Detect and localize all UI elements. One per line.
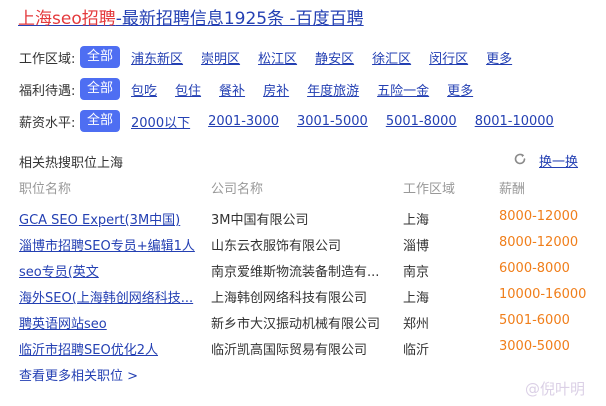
job-card: 工作区域: 全部 浦东新区 崇明区 松江区 静安区 徐汇区 闵行区 更多 福利待… bbox=[6, 36, 598, 398]
filter-salary-option[interactable]: 2001-3000 bbox=[208, 114, 279, 129]
filter-row-area: 工作区域: 全部 浦东新区 崇明区 松江区 静安区 徐汇区 闵行区 更多 bbox=[19, 46, 530, 68]
company-name: 上海韩创网络科技有限公司 bbox=[211, 291, 368, 306]
title-rest: -最新招聘信息1925条 -百度百聘 bbox=[115, 9, 364, 29]
filter-label-area: 工作区域: bbox=[19, 51, 76, 67]
filter-salary-option[interactable]: 3001-5000 bbox=[297, 114, 368, 129]
job-area: 临沂 bbox=[403, 343, 430, 358]
company-name: 山东云衣服饰有限公司 bbox=[211, 239, 342, 254]
result-title-link[interactable]: 上海seo招聘-最新招聘信息1925条 -百度百聘 bbox=[18, 9, 364, 29]
watermark: @倪叶明 bbox=[525, 380, 586, 398]
table-row: 临沂市招聘SEO优化2人 临沂凯高国际贸易有限公司 临沂 3000-5000 bbox=[6, 335, 598, 361]
col-header-salary: 薪酬 bbox=[499, 182, 526, 197]
table-row: 海外SEO(上海韩创网络科技... 上海韩创网络科技有限公司 上海 10000-… bbox=[6, 283, 598, 309]
job-area: 南京 bbox=[403, 265, 430, 280]
filter-label-welfare: 福利待遇: bbox=[19, 83, 76, 99]
job-title-link[interactable]: 海外SEO(上海韩创网络科技... bbox=[19, 287, 197, 306]
filter-label-salary: 薪资水平: bbox=[19, 115, 76, 131]
job-area: 淄博 bbox=[403, 239, 430, 254]
job-salary: 3000-5000 bbox=[499, 339, 570, 354]
filter-area-more[interactable]: 更多 bbox=[486, 48, 512, 67]
filter-area-option[interactable]: 浦东新区 bbox=[131, 48, 183, 67]
job-salary: 6000-8000 bbox=[499, 261, 570, 276]
job-title-link[interactable]: seo专员(英文 bbox=[19, 261, 197, 280]
filter-welfare-option[interactable]: 包吃 bbox=[131, 80, 157, 99]
job-salary: 8000-12000 bbox=[499, 209, 579, 224]
title-highlight: 上海seo招聘 bbox=[18, 9, 116, 29]
see-more-link[interactable]: 查看更多相关职位 > bbox=[19, 365, 138, 384]
job-area: 上海 bbox=[403, 213, 430, 228]
filter-welfare-option[interactable]: 餐补 bbox=[219, 80, 245, 99]
company-name: 南京爱维斯物流装备制造有... bbox=[211, 265, 380, 280]
job-area: 上海 bbox=[403, 291, 430, 306]
filter-area-option[interactable]: 崇明区 bbox=[201, 48, 240, 67]
job-title-link[interactable]: 临沂市招聘SEO优化2人 bbox=[19, 339, 197, 358]
filter-welfare-more[interactable]: 更多 bbox=[447, 80, 473, 99]
filter-area-option[interactable]: 松江区 bbox=[258, 48, 297, 67]
filter-welfare-option[interactable]: 包住 bbox=[175, 80, 201, 99]
job-area: 郑州 bbox=[403, 317, 430, 332]
table-row: GCA SEO Expert(3M中国) 3M中国有限公司 上海 8000-12… bbox=[6, 205, 598, 231]
table-row: 聘英语网站seo 新乡市大汉振动机械有限公司 郑州 5001-6000 bbox=[6, 309, 598, 335]
filter-area-option[interactable]: 闵行区 bbox=[429, 48, 468, 67]
filter-salary-option[interactable]: 2000以下 bbox=[131, 112, 190, 131]
filter-welfare-option[interactable]: 房补 bbox=[263, 80, 289, 99]
table-row: 淄博市招聘SEO专员+编辑1人 山东云衣服饰有限公司 淄博 8000-12000 bbox=[6, 231, 598, 257]
job-title-link[interactable]: GCA SEO Expert(3M中国) bbox=[19, 209, 197, 228]
col-header-area: 工作区域 bbox=[403, 182, 456, 197]
table-row: seo专员(英文 南京爱维斯物流装备制造有... 南京 6000-8000 bbox=[6, 257, 598, 283]
filter-row-welfare: 福利待遇: 全部 包吃 包住 餐补 房补 年度旅游 五险一金 更多 bbox=[19, 78, 491, 100]
filter-row-salary: 薪资水平: 全部 2000以下 2001-3000 3001-5000 5001… bbox=[19, 110, 572, 132]
company-name: 新乡市大汉振动机械有限公司 bbox=[211, 317, 381, 332]
result-title[interactable]: 上海seo招聘-最新招聘信息1925条 -百度百聘 bbox=[18, 6, 364, 32]
col-header-company: 公司名称 bbox=[211, 182, 264, 197]
col-header-job: 职位名称 bbox=[19, 182, 72, 197]
filter-welfare-all-chip[interactable]: 全部 bbox=[80, 78, 121, 100]
filter-welfare-option[interactable]: 五险一金 bbox=[377, 80, 429, 99]
job-salary: 8000-12000 bbox=[499, 235, 579, 250]
filter-welfare-option[interactable]: 年度旅游 bbox=[307, 80, 359, 99]
job-salary: 5001-6000 bbox=[499, 313, 570, 328]
job-title-link[interactable]: 聘英语网站seo bbox=[19, 313, 197, 332]
filter-area-option[interactable]: 徐汇区 bbox=[372, 48, 411, 67]
filter-salary-option[interactable]: 5001-8000 bbox=[386, 114, 457, 129]
refresh-icon[interactable] bbox=[513, 152, 527, 166]
section-title: 相关热搜职位上海 bbox=[19, 156, 124, 171]
company-name: 临沂凯高国际贸易有限公司 bbox=[211, 343, 368, 358]
job-salary: 10000-16000 bbox=[499, 287, 587, 302]
filter-salary-all-chip[interactable]: 全部 bbox=[80, 110, 121, 132]
filter-salary-option[interactable]: 8001-10000 bbox=[475, 114, 554, 129]
filter-area-all-chip[interactable]: 全部 bbox=[80, 46, 121, 68]
job-title-link[interactable]: 淄博市招聘SEO专员+编辑1人 bbox=[19, 235, 197, 254]
company-name: 3M中国有限公司 bbox=[211, 213, 309, 228]
swap-button[interactable]: 换一换 bbox=[539, 151, 578, 170]
filter-area-option[interactable]: 静安区 bbox=[315, 48, 354, 67]
